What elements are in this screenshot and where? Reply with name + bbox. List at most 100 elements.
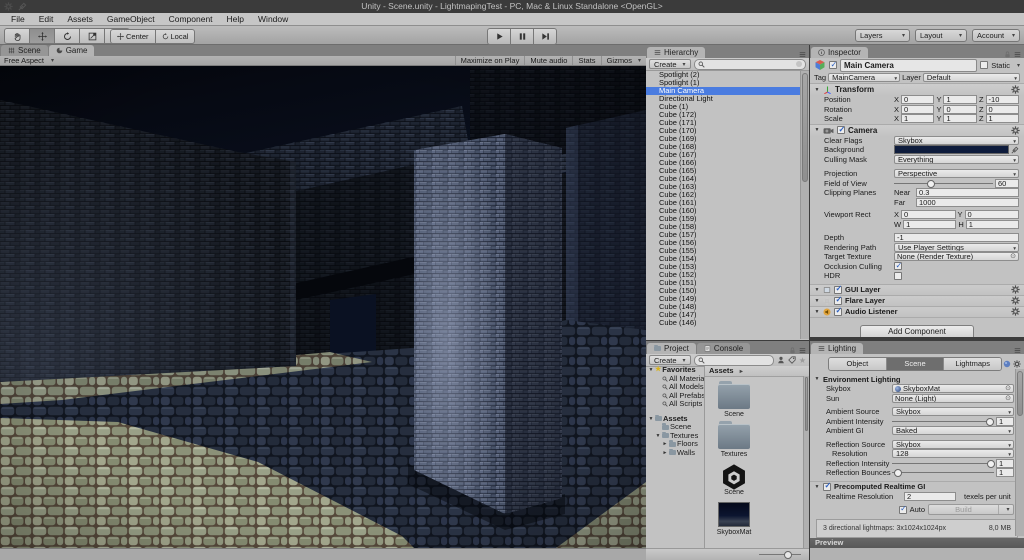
- pan-tool-button[interactable]: [4, 28, 30, 44]
- chevron-down-icon[interactable]: ▾: [1017, 62, 1020, 69]
- gui-layer-checkbox[interactable]: [834, 284, 842, 294]
- precomputed-gi-checkbox[interactable]: [823, 481, 831, 491]
- gear-icon[interactable]: [1011, 296, 1020, 305]
- search-by-type-icon[interactable]: [777, 356, 785, 364]
- texture-icon[interactable]: [1003, 360, 1011, 368]
- auto-build-checkbox[interactable]: [898, 504, 907, 514]
- clear-flags-dropdown[interactable]: Skybox: [894, 135, 1019, 145]
- vector-field[interactable]: 1: [943, 95, 977, 105]
- ambient-source-dropdown[interactable]: Skybox: [892, 407, 1014, 417]
- tab-inspector[interactable]: Inspector: [811, 47, 868, 58]
- hierarchy-item[interactable]: Cube (146): [646, 319, 809, 327]
- preview-bar[interactable]: Preview: [810, 538, 1024, 548]
- game-viewport[interactable]: [0, 66, 646, 548]
- project-tree-item[interactable]: All Materials: [646, 375, 704, 384]
- stats-button[interactable]: Stats: [572, 56, 600, 65]
- culling-mask-dropdown[interactable]: Everything: [894, 154, 1019, 164]
- tag-dropdown[interactable]: MainCamera: [828, 73, 901, 82]
- gameobject-name-field[interactable]: Main Camera: [840, 58, 978, 72]
- slider-knob[interactable]: [986, 459, 995, 468]
- audio-listener-checkbox[interactable]: [834, 306, 842, 316]
- foldout-icon[interactable]: ▼: [814, 309, 820, 315]
- tab-console[interactable]: Console: [696, 343, 751, 354]
- foldout-icon[interactable]: ▼: [648, 415, 654, 424]
- asset-item[interactable]: Scene: [713, 381, 755, 418]
- project-tree-item[interactable]: ► Walls: [646, 449, 704, 458]
- ambient-gi-dropdown[interactable]: Baked: [892, 426, 1014, 436]
- lighting-tab-lightmaps[interactable]: Lightmaps: [943, 358, 1001, 370]
- mute-audio-button[interactable]: Mute audio: [524, 56, 572, 65]
- scrollbar-thumb[interactable]: [802, 73, 808, 183]
- menu-gameobject[interactable]: GameObject: [100, 13, 162, 26]
- ambient-intensity-field[interactable]: 1: [996, 416, 1014, 426]
- slider-knob[interactable]: [985, 417, 994, 426]
- tab-scene[interactable]: Scene: [1, 45, 48, 56]
- vector-field[interactable]: 0: [943, 104, 977, 114]
- step-button[interactable]: [534, 28, 557, 45]
- object-picker-icon[interactable]: ⊙: [1005, 395, 1011, 402]
- favorites-star-icon[interactable]: ★: [799, 356, 806, 365]
- menu-edit[interactable]: Edit: [32, 13, 61, 26]
- clear-search-icon[interactable]: [796, 61, 802, 67]
- foldout-icon[interactable]: ►: [662, 449, 668, 458]
- realtime-resolution-field[interactable]: 2: [904, 491, 956, 501]
- fov-slider[interactable]: [894, 179, 993, 188]
- reflection-intensity-field[interactable]: 1: [996, 458, 1014, 468]
- gear-icon[interactable]: [1011, 285, 1020, 294]
- foldout-icon[interactable]: ▼: [814, 298, 820, 304]
- reflection-source-dropdown[interactable]: Skybox: [892, 439, 1014, 449]
- asset-item[interactable]: Textures: [713, 421, 755, 458]
- object-picker-icon[interactable]: ⊙: [1005, 385, 1011, 392]
- account-dropdown[interactable]: Account ▾: [972, 29, 1020, 42]
- maximize-on-play-button[interactable]: Maximize on Play: [454, 56, 525, 65]
- gear-icon[interactable]: [1011, 85, 1020, 94]
- lighting-tab-scene[interactable]: Scene: [885, 358, 944, 370]
- scrollbar-thumb[interactable]: [1017, 371, 1023, 417]
- rendering-path-dropdown[interactable]: Use Player Settings: [894, 242, 1019, 252]
- fov-field[interactable]: 60: [995, 178, 1019, 188]
- camera-enabled-checkbox[interactable]: [837, 125, 845, 134]
- build-button[interactable]: Build ▾: [928, 504, 1014, 516]
- skybox-field[interactable]: SkyboxMat ⊙: [892, 384, 1014, 394]
- menu-window[interactable]: Window: [251, 13, 295, 26]
- panel-menu-icon[interactable]: [799, 347, 806, 354]
- menu-assets[interactable]: Assets: [60, 13, 100, 26]
- gear-icon[interactable]: [1013, 360, 1021, 368]
- projection-dropdown[interactable]: Perspective: [894, 169, 1019, 179]
- foldout-icon[interactable]: ▼: [814, 484, 820, 490]
- asset-item[interactable]: Scene: [713, 464, 755, 496]
- tab-project[interactable]: Project: [647, 343, 696, 354]
- project-tree-item[interactable]: ► Floors: [646, 440, 704, 449]
- foldout-icon[interactable]: ▼: [655, 432, 661, 441]
- object-picker-icon[interactable]: ⊙: [1010, 253, 1016, 260]
- panel-menu-icon[interactable]: [1014, 51, 1021, 58]
- hierarchy-scrollbar[interactable]: [800, 71, 809, 339]
- tab-lighting[interactable]: Lighting: [811, 343, 864, 354]
- reflection-bounces-field[interactable]: 1: [996, 468, 1014, 478]
- far-field[interactable]: 1000: [916, 197, 1019, 207]
- reflection-bounces-slider[interactable]: [892, 468, 994, 478]
- depth-field[interactable]: -1: [894, 233, 1019, 243]
- lock-icon[interactable]: [1004, 51, 1011, 58]
- slider-knob[interactable]: [926, 179, 935, 188]
- pause-button[interactable]: [511, 28, 534, 45]
- panel-menu-icon[interactable]: [799, 51, 806, 58]
- viewport-x-field[interactable]: 0: [901, 210, 956, 220]
- menu-help[interactable]: Help: [220, 13, 251, 26]
- lock-icon[interactable]: [789, 347, 796, 354]
- vector-field[interactable]: 0: [901, 104, 935, 114]
- foldout-icon[interactable]: ►: [662, 440, 668, 449]
- aspect-dropdown[interactable]: Free Aspect ▾: [0, 56, 58, 65]
- tab-hierarchy[interactable]: Hierarchy: [647, 47, 706, 58]
- active-checkbox[interactable]: [829, 60, 837, 69]
- gui-layer-component[interactable]: ▼ GUI Layer: [810, 283, 1024, 295]
- asset-pane-scrollbar[interactable]: [803, 376, 809, 548]
- foldout-icon[interactable]: ▼: [814, 287, 820, 293]
- occlusion-culling-checkbox[interactable]: [894, 261, 902, 271]
- hierarchy-search-input[interactable]: [693, 58, 806, 70]
- project-search-input[interactable]: [693, 354, 774, 366]
- play-button[interactable]: [487, 28, 511, 45]
- project-tree-item[interactable]: ▼ ★ Favorites: [646, 366, 704, 375]
- panel-menu-icon[interactable]: [1014, 347, 1021, 354]
- hierarchy-create-button[interactable]: Create ▾: [649, 59, 691, 69]
